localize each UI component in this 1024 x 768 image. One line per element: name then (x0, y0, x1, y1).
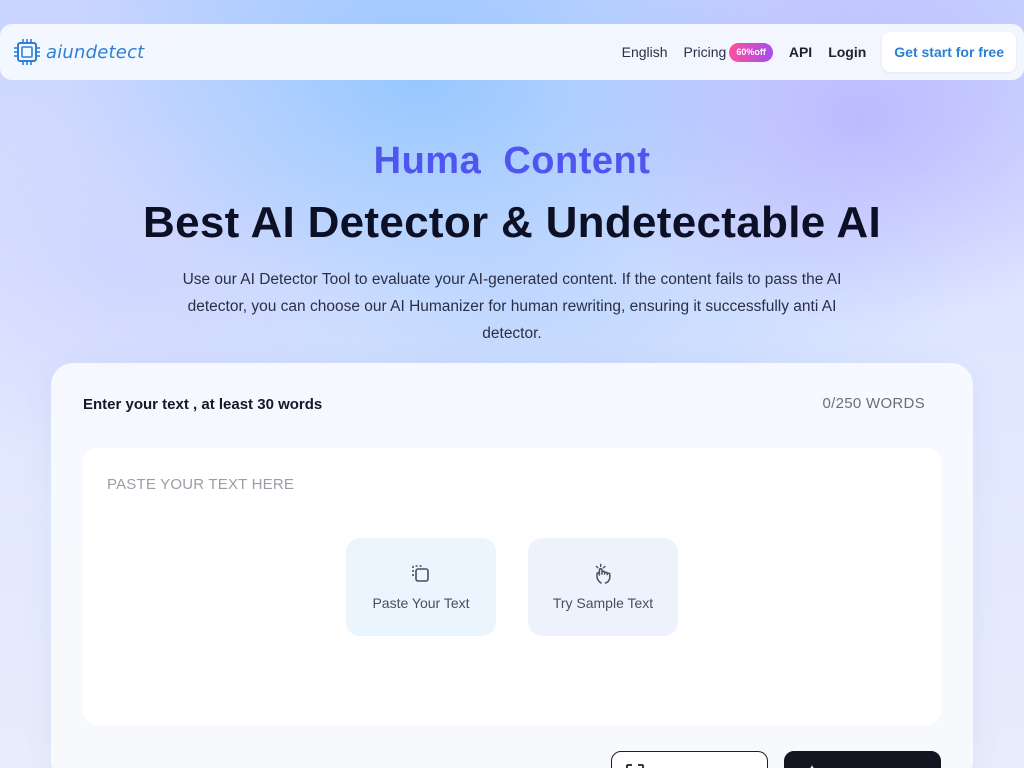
page-title: Best AI Detector & Undetectable AI (143, 198, 881, 247)
top-navbar: aiundetect English Pricing 60%off API Lo… (0, 24, 1024, 80)
hand-pointer-icon (592, 563, 614, 585)
paste-text-label: Paste Your Text (372, 595, 470, 611)
pricing-label: Pricing (683, 44, 727, 60)
text-input-area[interactable]: PASTE YOUR TEXT HERE Paste Your Text Try (83, 448, 941, 725)
nav-links: English Pricing 60%off API Login Get sta… (606, 32, 1016, 72)
chip-logo-icon (12, 37, 42, 67)
text-placeholder: PASTE YOUR TEXT HERE (107, 476, 295, 493)
hero-accent-text: Huma Content (373, 140, 651, 182)
language-selector[interactable]: English (622, 44, 668, 60)
login-link[interactable]: Login (828, 44, 866, 60)
pricing-link[interactable]: Pricing 60%off (683, 42, 773, 62)
word-counter: 0/250 WORDS (822, 395, 925, 412)
try-sample-button[interactable]: Try Sample Text (528, 538, 678, 636)
api-link[interactable]: API (789, 44, 812, 60)
scan-icon (626, 764, 644, 768)
paste-text-button[interactable]: Paste Your Text (346, 538, 496, 636)
detector-card: Enter your text , at least 30 words 0/25… (51, 363, 973, 768)
brand-name: aiundetect (46, 41, 145, 63)
get-started-button[interactable]: Get start for free (882, 32, 1016, 72)
humanize-button[interactable] (784, 751, 941, 768)
discount-badge: 60%off (729, 42, 773, 62)
editor-label: Enter your text , at least 30 words (83, 396, 323, 413)
hero-description: Use our AI Detector Tool to evaluate you… (182, 271, 842, 342)
try-sample-label: Try Sample Text (552, 595, 654, 611)
magic-wand-icon (799, 764, 817, 768)
check-ai-button[interactable] (611, 751, 768, 768)
brand[interactable]: aiundetect (12, 37, 144, 67)
paste-icon (410, 563, 432, 585)
